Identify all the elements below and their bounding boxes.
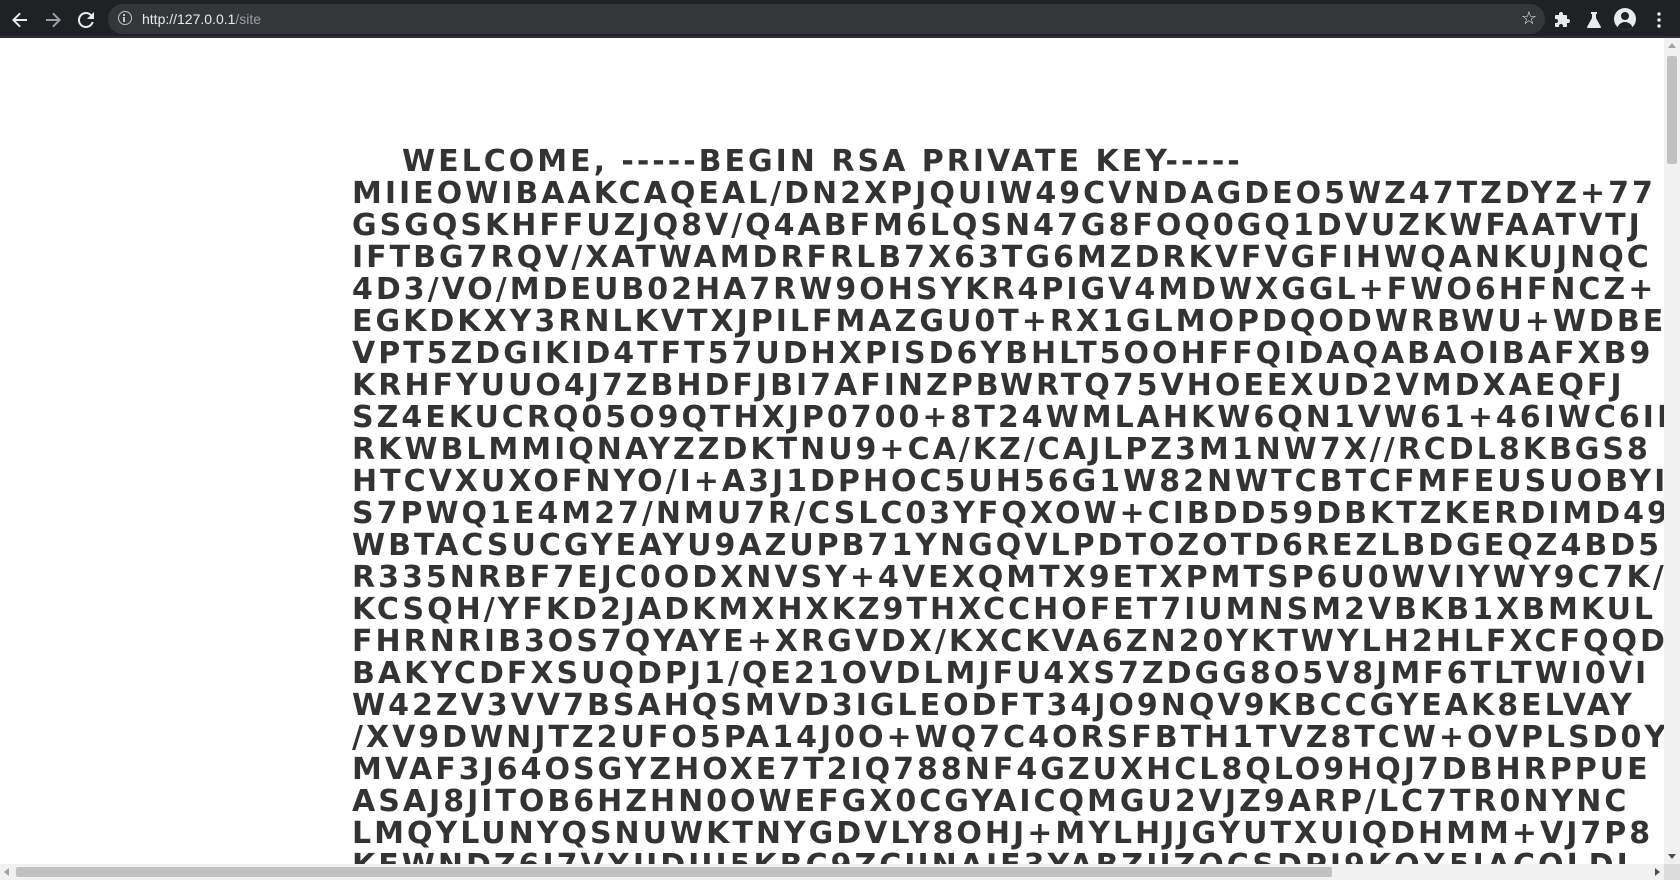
horizontal-scroll-thumb[interactable] (16, 867, 1332, 877)
forward-button[interactable] (39, 6, 67, 34)
key-line: /XV9DWNJTZ2UFO5PA14J0O+WQ7C4ORSFBTH1TVZ8… (352, 720, 1664, 755)
key-line: ASAJ8JITOB6HZHN0OWEFGX0CGYAICQMGU2VJZ9AR… (352, 784, 1630, 819)
key-line: KEWNDZ6I7VXUDUI5KBC9ZCUNAJE3YABZUZOCSDPJ… (352, 850, 1664, 865)
key-line: HTCVXUXOFNYO/I+A3J1DPHOC5UH56G1W82NWTCBT… (352, 464, 1664, 499)
key-line: R335NRBF7EJC0ODXNVSY+4VEXQMTX9ETXPMTSP6U… (352, 560, 1664, 595)
key-line: GSGQSKHFFUZJQ8V/Q4ABFM6LQSN47G8FOQ0GQ1DV… (352, 208, 1643, 243)
welcome-line: WELCOME, -----BEGIN RSA PRIVATE KEY----- (402, 144, 1243, 179)
key-line: VPT5ZDGIKID4TFT57UDHXPISD6YBHLT5OOHFFQID… (352, 336, 1654, 371)
scrollbar-corner (1664, 864, 1680, 880)
info-icon[interactable] (118, 11, 132, 25)
key-line: MVAF3J64OSGYZHOXE7T2IQ788NF4GZUXHCL8QLO9… (352, 752, 1651, 787)
key-line: EGKDKXY3RNLKVTXJPILFMAZGU0T+RX1GLMOPDQOD… (352, 304, 1664, 339)
key-line: FHRNRIB3OS7QYAYE+XRGVDX/KXCKVA6ZN20YKTWY… (352, 624, 1664, 659)
menu-button[interactable] (1645, 6, 1673, 34)
key-line: SZ4EKUCRQ05O9QTHXJP0700+8T24WMLAHKW6QN1V… (352, 400, 1664, 435)
key-line: W42ZV3VV7BSAHQSMVD3IGLEODFT34JO9NQV9KBCC… (352, 688, 1635, 723)
flask-icon (1587, 12, 1601, 28)
reload-icon (78, 12, 94, 28)
kebab-menu-icon (1657, 12, 1661, 28)
url-host: http://127.0.0.1 (142, 11, 236, 27)
key-line: KCSQH/YFKD2JADKMXHXKZ9THXCCHOFET7IUMNSM2… (352, 592, 1657, 627)
url-text[interactable]: http://127.0.0.1/site (142, 11, 261, 27)
scroll-down-arrow-icon[interactable] (1668, 854, 1676, 859)
profile-avatar-icon[interactable] (1614, 8, 1636, 30)
key-line: MIIEOWIBAAKCAQEAL/DN2XPJQUIW49CVNDAGDEO5… (352, 176, 1656, 211)
key-line: IFTBG7RQV/XATWAMDRFRLB7X63TG6MZDRKVFVGFI… (352, 240, 1652, 275)
key-line: LMQYLUNYQSNUWKTNYGDVLY8OHJ+MYLHJJGYUTXUI… (352, 816, 1654, 851)
key-line: BAKYCDFXSUQDPJ1/QE21OVDLMJFU4XS7ZDGG8O5V… (352, 656, 1650, 691)
bookmark-star-icon[interactable]: ☆ (1521, 8, 1537, 29)
browser-toolbar: http://127.0.0.1/site ☆ (0, 0, 1680, 38)
vertical-scrollbar[interactable] (1664, 38, 1680, 864)
back-button[interactable] (6, 6, 34, 34)
scroll-left-arrow-icon[interactable] (4, 868, 9, 876)
labs-button[interactable] (1580, 6, 1608, 34)
url-path: /site (235, 11, 262, 27)
key-line: KRHFYUUO4J7ZBHDFJBI7AFINZPBWRTQ75VHOEEXU… (352, 368, 1625, 403)
arrow-right-icon (46, 12, 61, 28)
page-viewport: WELCOME, -----BEGIN RSA PRIVATE KEY-----… (0, 38, 1664, 864)
reload-button[interactable] (72, 6, 100, 34)
address-bar[interactable]: http://127.0.0.1/site ☆ (108, 4, 1545, 34)
avatar-body (1617, 22, 1633, 30)
extensions-button[interactable] (1548, 6, 1576, 34)
welcome-heading: WELCOME, -----BEGIN RSA PRIVATE KEY-----… (352, 144, 1664, 865)
scroll-up-arrow-icon[interactable] (1668, 43, 1676, 48)
vertical-scroll-thumb[interactable] (1667, 56, 1677, 164)
puzzle-icon (1555, 12, 1570, 27)
key-line: 4D3/VO/MDEUB02HA7RW9OHSYKR4PIGV4MDWXGGL+… (352, 272, 1657, 307)
scroll-right-arrow-icon[interactable] (1655, 868, 1660, 876)
horizontal-scrollbar[interactable] (0, 864, 1664, 880)
key-line: RKWBLMMIQNAYZZDKTNU9+CA/KZ/CAJLPZ3M1NW7X… (352, 432, 1651, 467)
arrow-left-icon (12, 12, 27, 28)
avatar-head (1621, 12, 1629, 20)
key-line: S7PWQ1E4M27/NMU7R/CSLC03YFQXOW+CIBDD59DB… (352, 496, 1664, 531)
key-line: WBTACSUCGYEAYU9AZUPB71YNGQVLPDTOZOTD6REZ… (352, 528, 1663, 563)
